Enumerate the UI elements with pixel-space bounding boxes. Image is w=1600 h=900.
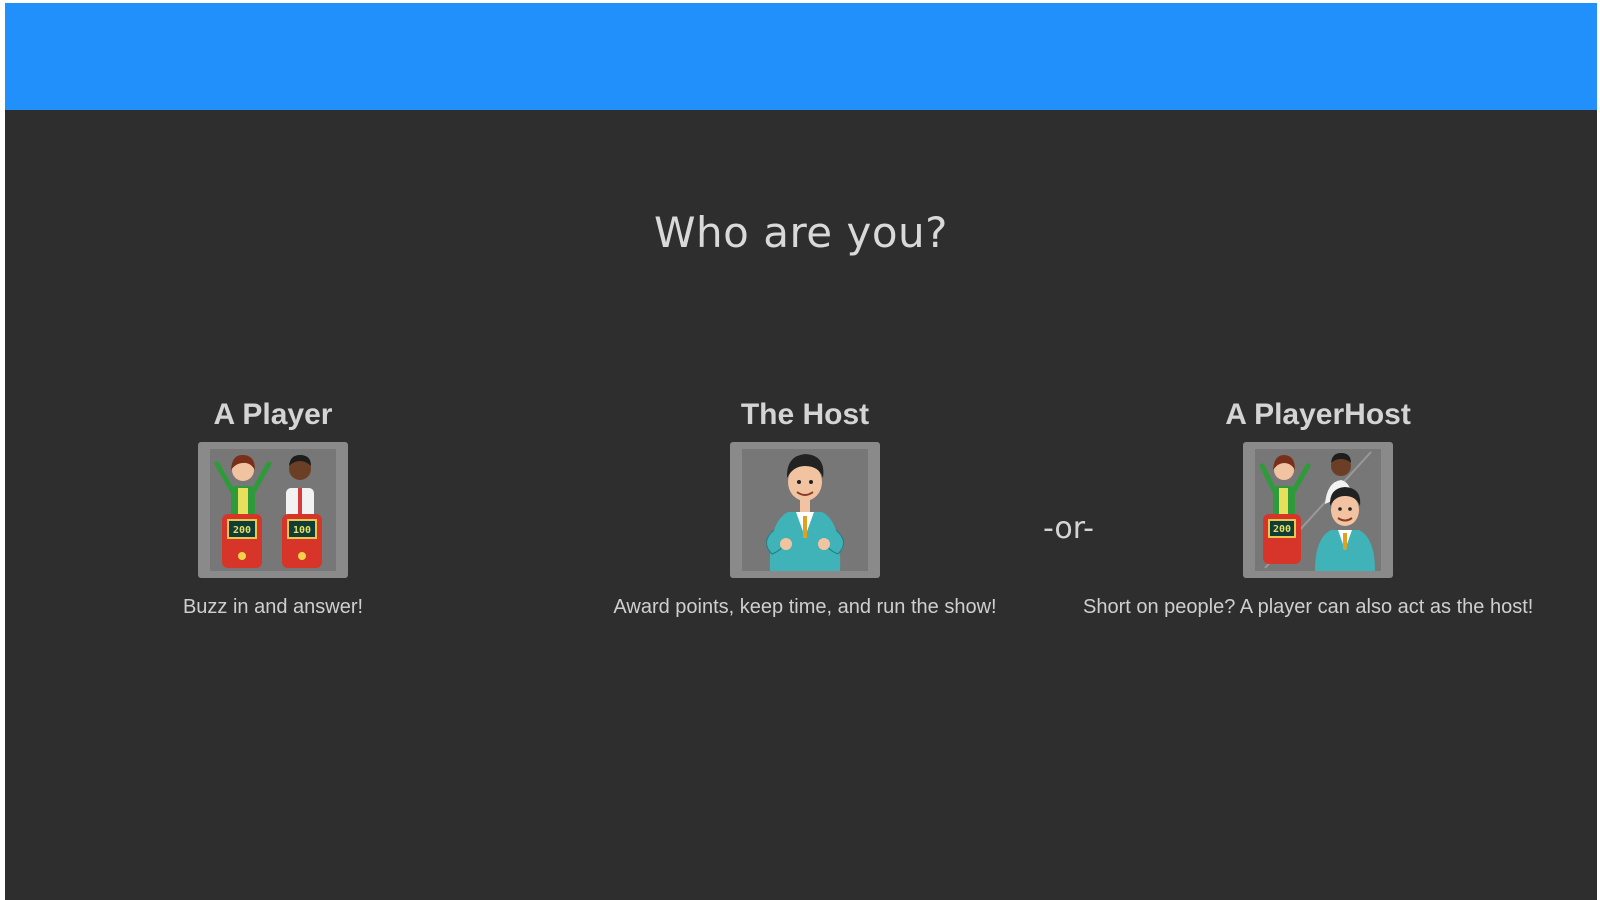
podium-score-right: 100	[293, 525, 311, 536]
role-title-player: A Player	[213, 398, 333, 431]
role-title-playerhost: A PlayerHost	[1225, 398, 1411, 431]
podium-score-left: 200	[233, 525, 251, 536]
role-option-playerhost[interactable]: A PlayerHost 200 Short on people? A play…	[1083, 398, 1553, 621]
role-title-host: The Host	[740, 398, 870, 431]
page-title: Who are you?	[654, 208, 948, 257]
app-frame: Who are you? A Player 200 100 Buzz in an…	[5, 3, 1597, 900]
role-description-host: Award points, keep time, and run the sho…	[613, 596, 997, 618]
role-description-player: Buzz in and answer!	[182, 596, 364, 618]
podium-score: 200	[1273, 524, 1291, 535]
game-show-host-icon[interactable]	[730, 442, 880, 578]
top-app-bar	[5, 3, 1597, 110]
role-option-player[interactable]: A Player 200 100 Buzz in and answer!	[123, 398, 423, 621]
players-at-podiums-icon[interactable]: 200 100	[198, 442, 348, 578]
player-and-host-icon[interactable]: 200	[1243, 442, 1393, 578]
role-option-host[interactable]: The Host Award points, keep time, and ru…	[565, 398, 1045, 621]
role-description-playerhost: Short on people? A player can also act a…	[1083, 596, 1534, 618]
